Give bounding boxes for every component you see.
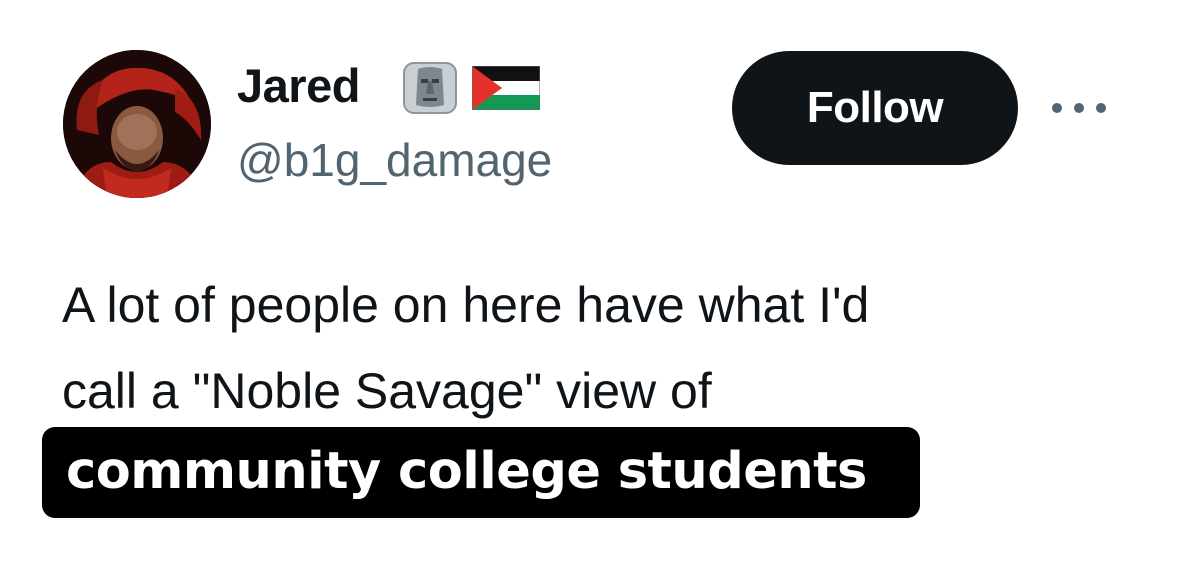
follow-button[interactable]: Follow	[732, 51, 1018, 165]
more-options-icon[interactable]	[1044, 96, 1114, 120]
display-name[interactable]: Jared	[237, 56, 360, 116]
tweet-text-line: A lot of people on here have what I'd	[62, 277, 870, 333]
moai-icon	[401, 61, 459, 115]
caption-text: community college students	[66, 442, 867, 501]
author-handle[interactable]: @b1g_damage	[237, 132, 552, 188]
tweet-text: A lot of people on here have what I'd ca…	[62, 262, 1142, 434]
palestine-flag-icon	[471, 65, 541, 111]
avatar[interactable]	[63, 50, 211, 198]
tweet-text-line: call a "Noble Savage" view of	[62, 363, 712, 419]
